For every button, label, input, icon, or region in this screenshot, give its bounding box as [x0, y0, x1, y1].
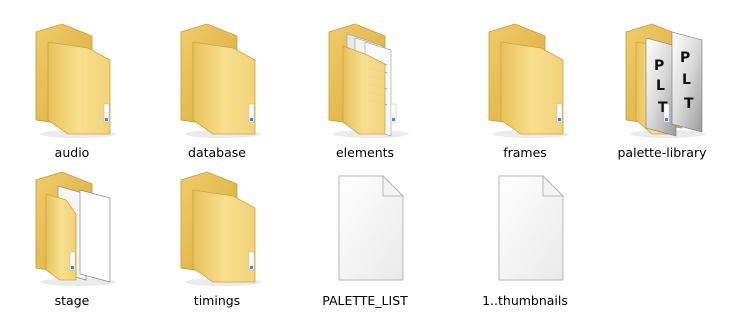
- svg-text:P: P: [680, 50, 690, 66]
- folder-item-stage[interactable]: stage: [12, 160, 132, 308]
- folder-icon: [180, 171, 261, 286]
- item-label: 1..thumbnails: [482, 293, 568, 308]
- item-label: elements: [335, 145, 395, 160]
- folder-item-palette-library[interactable]: P L T P L T palette-library: [602, 12, 722, 160]
- item-label: palette-library: [617, 145, 707, 160]
- svg-text:L: L: [656, 78, 665, 94]
- file-icon: [338, 174, 405, 281]
- folder-icon: [328, 23, 409, 138]
- folder-item-frames[interactable]: frames: [465, 12, 585, 160]
- folder-icon: [35, 171, 116, 286]
- folder-icon: [488, 23, 569, 138]
- folder-item-audio[interactable]: audio: [12, 12, 132, 160]
- svg-text:P: P: [654, 58, 664, 74]
- folder-item-database[interactable]: database: [157, 12, 277, 160]
- item-label: PALETTE_LIST: [322, 293, 408, 308]
- svg-text:L: L: [682, 72, 691, 88]
- file-icon: [498, 174, 565, 281]
- folder-item-timings[interactable]: timings: [157, 160, 277, 308]
- explorer-view: audio database elements frames P L T P L…: [0, 0, 729, 326]
- item-label: frames: [503, 145, 547, 160]
- svg-text:T: T: [684, 96, 694, 112]
- folder-icon: [35, 23, 116, 138]
- folder-item-elements[interactable]: elements: [305, 12, 425, 160]
- folder-icon: P L T P L T: [625, 23, 706, 138]
- item-label: timings: [193, 293, 241, 308]
- file-item-thumbnails[interactable]: 1..thumbnails: [465, 160, 585, 308]
- item-label: audio: [54, 145, 90, 160]
- folder-icon: [180, 23, 261, 138]
- file-item-palette-list[interactable]: PALETTE_LIST: [305, 160, 425, 308]
- item-label: database: [188, 145, 246, 160]
- item-label: stage: [54, 293, 90, 308]
